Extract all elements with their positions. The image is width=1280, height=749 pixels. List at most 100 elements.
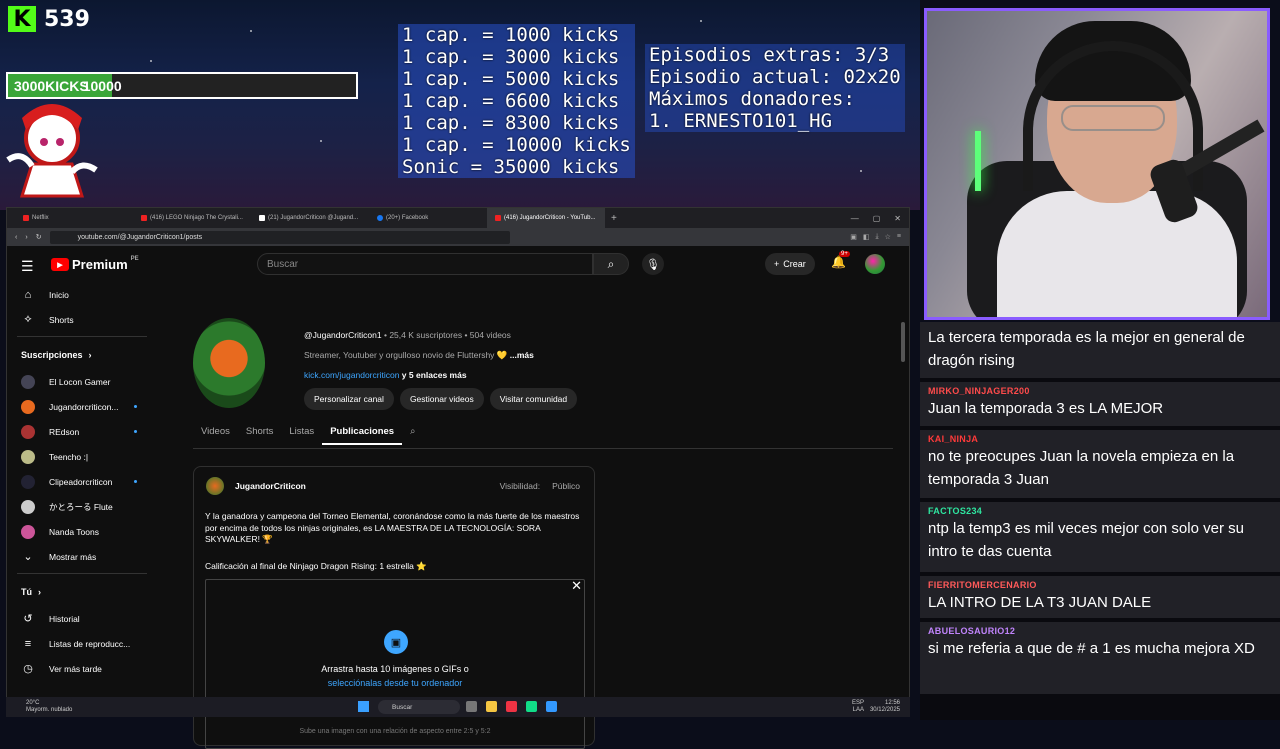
window-controls: — ▢ ✕: [851, 214, 909, 223]
chat-message: MIRKO_NINJAGER200 Juan la temporada 3 es …: [920, 382, 1280, 426]
kicks-goal-line: Sonic = 35000 kicks: [402, 156, 620, 178]
file-explorer-icon[interactable]: [486, 701, 497, 712]
chat-username: FACTOS234: [928, 506, 983, 516]
microphone-icon[interactable]: 🎙: [642, 253, 664, 275]
account-avatar[interactable]: [865, 254, 885, 274]
scrollbar[interactable]: [901, 322, 905, 362]
channel-stats: @JugandorCriticon1 • 25,4 K suscriptores…: [304, 330, 511, 340]
task-view-icon[interactable]: [466, 701, 477, 712]
taskbar-search-input[interactable]: Buscar: [378, 700, 460, 714]
channel-buttons: Personalizar canal Gestionar videos Visi…: [304, 388, 578, 410]
chat-message: KAI_NINJA no te preocupes Juan la novela …: [920, 430, 1280, 498]
tab-shorts[interactable]: Shorts: [238, 426, 281, 445]
menu-icon[interactable]: ≡: [897, 233, 901, 241]
chat-message: FACTOS234 ntp la temp3 es mil veces mejor…: [920, 502, 1280, 572]
glasses: [1061, 105, 1165, 131]
visibility-selector[interactable]: Visibilidad: Público: [500, 481, 580, 491]
select-from-computer-link[interactable]: selecciónalas desde tu ordenador: [206, 678, 584, 688]
you-header[interactable]: Tú ›: [7, 578, 157, 606]
chat-message-text: si me referia a que de # a 1 es mucha me…: [928, 640, 1255, 657]
subscription-item[interactable]: Nanda Toons: [7, 519, 157, 544]
close-icon[interactable]: ✕: [894, 214, 901, 223]
subscription-item[interactable]: Jugandorcriticon...: [7, 394, 157, 419]
subscription-item[interactable]: El Locon Gamer: [7, 369, 157, 394]
post-rating-line[interactable]: Calificación al final de Ninjago Dragon …: [205, 561, 427, 572]
tab-posts[interactable]: Publicaciones: [322, 426, 403, 445]
image-upload-area[interactable]: ✕ ▣ Arrastra hasta 10 imágenes o GIFs o …: [205, 578, 585, 749]
notification-badge: 9+: [839, 251, 850, 257]
create-button[interactable]: + Crear: [765, 253, 815, 275]
image-upload-icon: ▣: [384, 630, 408, 654]
manage-videos-button[interactable]: Gestionar videos: [399, 388, 484, 410]
subscription-item[interactable]: Clipeadorcriticon: [7, 469, 157, 494]
tab-videos[interactable]: Videos: [193, 426, 238, 445]
close-icon[interactable]: ✕: [571, 578, 582, 594]
back-icon[interactable]: ‹: [15, 234, 17, 241]
sidebar-item-inicio[interactable]: ⌂ Inicio: [7, 282, 157, 307]
tab-ninjago[interactable]: (416) LEGO Ninjago The Crystali...: [133, 208, 251, 228]
mascot-sticker-icon: [6, 104, 98, 198]
notifications-bell-icon[interactable]: 🔔: [831, 255, 846, 269]
minimize-icon[interactable]: —: [851, 214, 859, 223]
x-icon: [259, 215, 265, 221]
post-text-input[interactable]: Y la ganadora y campeona del Torneo Elem…: [205, 511, 585, 546]
kick-link[interactable]: kick.com/jugandorcriticon: [304, 370, 399, 380]
bookmark-icon[interactable]: ☆: [885, 233, 891, 241]
visit-community-button[interactable]: Visitar comunidad: [489, 388, 578, 410]
chat-overlay: La tercera temporada es la mejor en gene…: [920, 322, 1280, 720]
kicks-goal-line: 1 cap. = 1000 kicks: [402, 24, 620, 46]
youtube-page: ☰ ▶ Premium PE Buscar ⌕ 🎙 + Crear 🔔 9+ ⌂ I…: [7, 246, 909, 749]
hamburger-menu-icon[interactable]: ☰: [21, 258, 34, 275]
sidebar-item-history[interactable]: ↺ Historial: [7, 606, 157, 631]
maximize-icon[interactable]: ▢: [873, 214, 881, 223]
chat-message-text: Juan la temporada 3 es LA MEJOR: [928, 400, 1164, 417]
chat-message: La tercera temporada es la mejor en gene…: [920, 322, 1280, 378]
chat-username: MIRKO_NINJAGER200: [928, 386, 1030, 396]
channel-page: @JugandorCriticon1 • 25,4 K suscriptores…: [193, 282, 909, 749]
tab-playlists[interactable]: Listas: [281, 426, 322, 445]
brave-browser-icon[interactable]: [506, 701, 517, 712]
app-icon[interactable]: [526, 701, 537, 712]
reload-icon[interactable]: ↻: [36, 233, 42, 241]
sidebar-item-playlists[interactable]: ≡ Listas de reproducc...: [7, 631, 157, 656]
subscription-item[interactable]: かとろーる Flute: [7, 494, 157, 519]
tab-netflix[interactable]: Netflix: [15, 208, 133, 228]
new-tab-button[interactable]: +: [605, 213, 617, 224]
avatar: [21, 524, 35, 539]
download-icon[interactable]: ⤓: [876, 233, 879, 241]
sidebar-item-shorts[interactable]: ⟡ Shorts: [7, 307, 157, 332]
search-icon[interactable]: ⌕: [593, 253, 629, 275]
channel-description[interactable]: Streamer, Youtuber y orgulloso novio de …: [304, 350, 534, 361]
channel-links[interactable]: kick.com/jugandorcriticon y 5 enlaces má…: [304, 370, 467, 380]
webcam-feed: [924, 8, 1270, 320]
avatar: [21, 449, 35, 464]
extension-icon[interactable]: ◧: [863, 233, 870, 241]
clock[interactable]: 12:56 30/12/2025: [870, 700, 900, 714]
url-input[interactable]: youtube.com/@JugandorCriticon1/posts: [49, 230, 510, 244]
tab-bar: Netflix (416) LEGO Ninjago The Crystali.…: [7, 208, 909, 228]
taskbar-apps: [466, 701, 557, 712]
forward-icon[interactable]: ›: [25, 234, 27, 241]
tab-x[interactable]: (21) JugandorCriticon @Jugand...: [251, 208, 369, 228]
channel-avatar: [193, 318, 265, 408]
youtube-premium-logo[interactable]: ▶ Premium PE: [51, 256, 139, 272]
language-indicator[interactable]: ESP LAA: [852, 700, 864, 714]
sidebar-item-watch-later[interactable]: ◷ Ver más tarde: [7, 656, 157, 681]
tab-youtube-active[interactable]: (416) JugandorCriticon - YouTub...: [487, 208, 605, 228]
app-icon[interactable]: [546, 701, 557, 712]
subscriptions-header[interactable]: Suscripciones ›: [7, 341, 157, 369]
extension-icon[interactable]: ▣: [850, 233, 857, 241]
search-input[interactable]: Buscar: [257, 253, 593, 275]
weather-widget[interactable]: 20°C Mayorm. nublado: [26, 700, 72, 714]
subscription-item[interactable]: REdson: [7, 419, 157, 444]
show-more-button[interactable]: ⌄ Mostrar más: [7, 544, 157, 569]
goal-end: 10000: [82, 77, 122, 94]
subscription-item[interactable]: Teencho :|: [7, 444, 157, 469]
customize-channel-button[interactable]: Personalizar canal: [304, 388, 394, 410]
avatar: [21, 374, 35, 389]
youtube-play-icon: ▶: [51, 258, 69, 271]
channel-search-icon[interactable]: ⌕: [402, 426, 423, 445]
windows-start-icon[interactable]: [358, 701, 369, 712]
tab-facebook[interactable]: (20+) Facebook: [369, 208, 487, 228]
chat-username: KAI_NINJA: [928, 434, 979, 444]
